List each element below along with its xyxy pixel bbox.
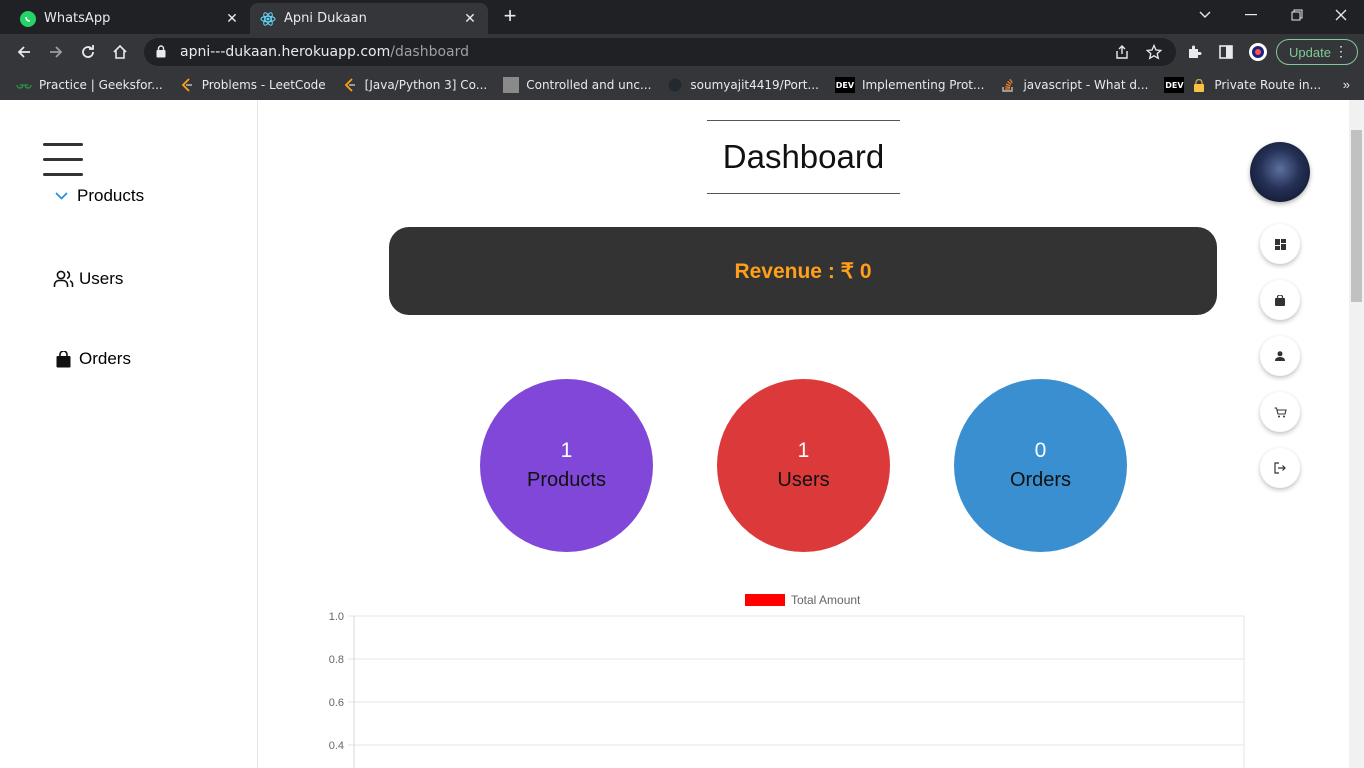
url-host: apni---dukaan.herokuapp.com <box>180 44 391 60</box>
dev-icon: DEV <box>834 77 855 93</box>
stat-label: Users <box>777 469 830 491</box>
react-icon <box>260 11 276 27</box>
reload-icon[interactable] <box>76 40 100 64</box>
stat-value: 1 <box>560 439 573 462</box>
close-icon[interactable]: ✕ <box>224 11 240 27</box>
extensions-icon[interactable] <box>1182 40 1206 64</box>
avatar[interactable] <box>1250 142 1310 202</box>
stat-orders[interactable]: 0 Orders <box>954 379 1127 552</box>
sidebar-item-products[interactable]: Products <box>55 186 144 206</box>
bookmark-item[interactable]: Controlled and unc... <box>503 77 651 93</box>
tab-apni-dukaan[interactable]: Apni Dukaan ✕ <box>250 3 488 34</box>
sidebar-item-label: Users <box>79 269 124 288</box>
lock-emoji-icon <box>1191 77 1207 93</box>
bookmark-item[interactable]: DEV Implementing Prot... <box>834 77 984 93</box>
y-tick-label: 0.8 <box>329 654 344 666</box>
bookmark-item[interactable]: Problems - LeetCode <box>179 77 326 93</box>
restore-button[interactable] <box>1274 0 1320 30</box>
url-path: /dashboard <box>390 44 470 60</box>
tab-search-icon[interactable] <box>1182 0 1228 30</box>
site-icon <box>503 77 520 93</box>
bookmark-item[interactable]: [Java/Python 3] Co... <box>342 77 487 93</box>
sidebar-item-users[interactable]: Users <box>53 269 123 289</box>
close-window-button[interactable] <box>1318 0 1364 30</box>
bookmarks-overflow-icon[interactable]: » <box>1343 77 1350 92</box>
cart-icon[interactable] <box>1260 392 1300 432</box>
y-tick-label: 1.0 <box>329 611 344 623</box>
sidebar: Products Users Orders <box>0 100 258 768</box>
minimize-button[interactable] <box>1228 0 1274 30</box>
tab-whatsapp[interactable]: WhatsApp ✕ <box>10 3 250 34</box>
legend-label[interactable]: Total Amount <box>791 593 861 607</box>
github-icon <box>667 77 683 93</box>
bookmark-item[interactable]: soumyajit4419/Port... <box>667 77 819 93</box>
bookmarks-bar: Practice | Geeksfor... Problems - LeetCo… <box>0 70 1364 100</box>
person-icon[interactable] <box>1260 336 1300 376</box>
y-tick-label: 0.4 <box>329 740 344 752</box>
hamburger-menu-icon[interactable] <box>43 143 83 179</box>
stackoverflow-icon <box>1000 77 1016 93</box>
bookmark-item[interactable]: DEV Private Route in... <box>1164 77 1321 93</box>
stat-value: 0 <box>1034 439 1047 462</box>
stat-label: Orders <box>1009 469 1072 491</box>
tab-title: Apni Dukaan <box>284 11 367 26</box>
tab-strip: WhatsApp ✕ Apni Dukaan ✕ + <box>0 0 1364 34</box>
home-icon[interactable] <box>108 40 132 64</box>
address-bar[interactable]: apni---dukaan.herokuapp.com/dashboard <box>144 38 1176 66</box>
bookmark-item[interactable]: Practice | Geeksfor... <box>16 77 163 93</box>
logout-icon[interactable] <box>1260 448 1300 488</box>
new-tab-button[interactable]: + <box>498 5 522 28</box>
forward-icon[interactable] <box>44 40 68 64</box>
y-tick-label: 0.6 <box>329 697 344 709</box>
sidebar-item-orders[interactable]: Orders <box>56 349 131 369</box>
stat-label: Products <box>527 469 606 491</box>
close-icon[interactable]: ✕ <box>462 11 478 27</box>
shopping-bag-icon[interactable] <box>1260 280 1300 320</box>
lock-icon[interactable] <box>156 45 168 59</box>
revenue-banner: Revenue : ₹ 0 <box>389 227 1217 315</box>
chevron-down-icon <box>55 192 68 200</box>
sidebar-item-label: Products <box>77 186 145 205</box>
tab-title: WhatsApp <box>44 11 111 26</box>
more-menu-icon[interactable]: ⋮ <box>1334 43 1348 60</box>
stat-users[interactable]: 1 Users <box>717 379 890 552</box>
share-icon[interactable] <box>1110 40 1134 64</box>
stat-value: 1 <box>797 439 810 462</box>
leetcode-icon <box>179 77 195 93</box>
bookmark-star-icon[interactable] <box>1142 40 1166 64</box>
profile-icon[interactable] <box>1246 40 1270 64</box>
update-label: Update <box>1289 44 1331 60</box>
stat-products[interactable]: 1 Products <box>480 379 653 552</box>
users-icon <box>53 270 74 288</box>
legend-swatch[interactable] <box>745 594 785 606</box>
dashboard-icon[interactable] <box>1260 224 1300 264</box>
page-content: Products Users Orders Dashboard Revenue … <box>0 100 1364 768</box>
shopping-bag-icon <box>56 350 71 368</box>
revenue-text: Revenue : ₹ 0 <box>734 259 872 283</box>
page-title: Dashboard <box>707 120 900 194</box>
bookmark-item[interactable]: javascript - What d... <box>1000 77 1148 93</box>
whatsapp-icon <box>20 10 36 27</box>
back-icon[interactable] <box>12 40 36 64</box>
dev-icon: DEV <box>1164 77 1185 93</box>
scrollbar-thumb[interactable] <box>1351 130 1362 302</box>
side-panel-icon[interactable] <box>1214 40 1238 64</box>
total-amount-chart: Total Amount 1.0 0.8 0.6 0.4 <box>329 593 1245 768</box>
browser-toolbar: apni---dukaan.herokuapp.com/dashboard Up… <box>0 34 1364 70</box>
geeksforgeeks-icon <box>16 77 32 93</box>
update-button[interactable]: Update ⋮ <box>1276 39 1358 65</box>
scrollbar[interactable] <box>1349 100 1364 768</box>
sidebar-item-label: Orders <box>79 349 131 368</box>
leetcode-icon <box>342 77 358 93</box>
